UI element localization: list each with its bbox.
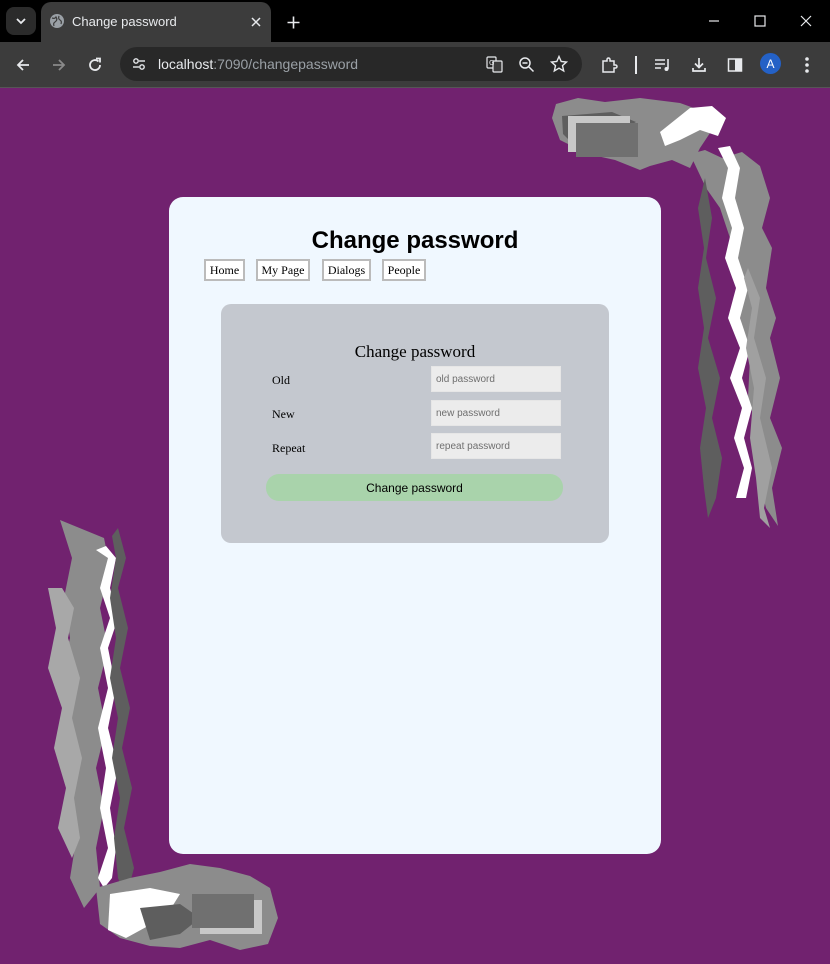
new-password-label: New — [272, 407, 295, 421]
nav-link-home[interactable]: Home — [204, 259, 245, 281]
window-close-button[interactable] — [795, 10, 817, 32]
extensions-button[interactable] — [596, 52, 622, 78]
minimize-button[interactable] — [703, 10, 725, 32]
close-icon — [251, 17, 261, 27]
puzzle-icon — [602, 57, 618, 73]
close-icon — [800, 15, 812, 27]
toolbar-divider — [635, 56, 637, 74]
nav-link-dialogs[interactable]: Dialogs — [322, 259, 371, 281]
download-icon — [692, 58, 706, 72]
change-password-form: Change password Old New Repeat Change pa… — [221, 304, 609, 543]
playlist-icon — [655, 59, 669, 71]
form-title: Change password — [354, 342, 476, 361]
nav-link-people[interactable]: People — [382, 259, 426, 281]
bookmark-star-icon[interactable] — [550, 55, 568, 73]
active-tab[interactable]: Change password — [41, 2, 271, 42]
globe-icon — [50, 14, 64, 28]
back-button[interactable] — [10, 52, 36, 78]
forward-button[interactable] — [46, 52, 72, 78]
more-vertical-icon — [805, 57, 809, 73]
browser-tab-strip: Change password — [0, 0, 830, 42]
browser-menu-button[interactable] — [794, 52, 820, 78]
maximize-icon — [754, 15, 766, 27]
downloads-button[interactable] — [686, 52, 712, 78]
url-text[interactable]: localhost:7090/changepassword — [158, 56, 358, 72]
translate-icon[interactable]: G — [486, 56, 503, 73]
main-card: Change password Home My Page Dialogs Peo… — [169, 197, 661, 854]
side-panel-button[interactable] — [722, 52, 748, 78]
reload-button[interactable] — [82, 52, 108, 78]
minimize-icon — [709, 20, 719, 22]
profile-avatar[interactable]: A — [760, 53, 781, 74]
change-password-button[interactable]: Change password — [266, 474, 563, 501]
page-title: Change password — [311, 227, 519, 254]
repeat-password-label: Repeat — [272, 441, 306, 455]
old-password-input[interactable] — [431, 366, 561, 392]
tab-search-button[interactable] — [6, 7, 36, 35]
arrow-left-icon — [16, 59, 29, 71]
reload-icon — [89, 57, 101, 71]
repeat-password-input[interactable] — [431, 433, 561, 459]
new-password-input[interactable] — [431, 400, 561, 426]
svg-text:G: G — [489, 59, 494, 67]
address-bar[interactable]: localhost:7090/changepassword G — [120, 47, 582, 81]
media-controls-button[interactable] — [650, 52, 676, 78]
site-info-icon[interactable] — [131, 56, 147, 72]
chevron-down-icon — [16, 18, 26, 25]
side-panel-icon — [727, 58, 743, 72]
old-password-label: Old — [272, 373, 290, 387]
maximize-button[interactable] — [749, 10, 771, 32]
url-host: localhost — [158, 56, 214, 72]
arrow-right-icon — [53, 59, 66, 71]
tab-close-button[interactable] — [247, 13, 265, 31]
url-path: :7090/changepassword — [213, 56, 359, 72]
nav-link-my-page[interactable]: My Page — [256, 259, 310, 281]
zoom-icon[interactable] — [518, 56, 535, 73]
tab-title: Change password — [72, 14, 177, 29]
browser-toolbar: localhost:7090/changepassword G A — [0, 42, 830, 87]
plus-icon — [287, 16, 299, 28]
new-tab-button[interactable] — [282, 11, 304, 33]
